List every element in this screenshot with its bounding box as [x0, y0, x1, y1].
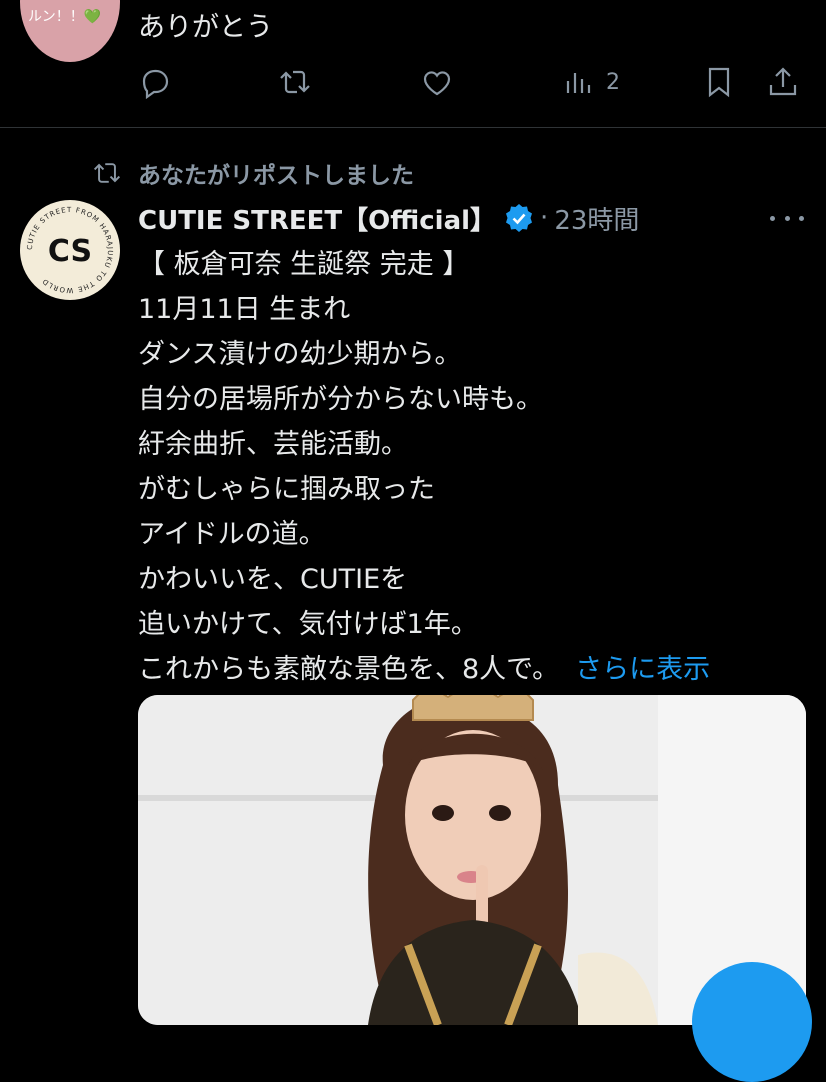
- tweet-line: 自分の居場所が分からない時も。: [138, 384, 543, 415]
- bookmark-icon: [708, 67, 730, 98]
- author-avatar[interactable]: CUTIE STREET FROM HARAJUKU TO THE WORLD …: [20, 200, 120, 300]
- tweet-line: アイドルの道。: [138, 519, 326, 550]
- views-button[interactable]: 2: [562, 64, 620, 100]
- verified-badge-icon: [506, 204, 533, 232]
- more-icon: [770, 215, 775, 221]
- tweet-divider: [0, 127, 826, 128]
- bookmark-button[interactable]: [702, 64, 736, 100]
- views-count: 2: [606, 69, 620, 95]
- heart-icon: [423, 71, 451, 96]
- avatar-name-text: ルン！！💚: [28, 9, 102, 25]
- tweet-line: がむしゃらに掴み取った: [138, 474, 435, 505]
- tweet-line: 11月11日 生まれ: [138, 294, 351, 325]
- like-button[interactable]: [420, 64, 454, 100]
- tweet-line: 【 板倉可奈 生誕祭 完走 】: [138, 249, 470, 280]
- tweet-time[interactable]: 23時間: [554, 200, 639, 237]
- tweet-line: これからも素敵な景色を、8人で。: [138, 654, 560, 685]
- repost-banner[interactable]: あなたがリポストしました: [92, 156, 414, 190]
- views-chart-icon: [566, 73, 591, 93]
- tweet-line: 紆余曲折、芸能活動。: [138, 429, 408, 460]
- logo-text: CS: [48, 234, 92, 269]
- tweet-last-line: これからも素敵な景色を、8人で。 さらに表示: [138, 647, 818, 692]
- repost-icon: [280, 70, 310, 94]
- previous-tweet-avatar[interactable]: ルン！！💚: [20, 0, 120, 62]
- tweet-line: ダンス漬けの幼少期から。: [138, 339, 462, 370]
- share-button[interactable]: [766, 64, 800, 100]
- repost-icon: [93, 163, 121, 183]
- tweet-line: 追いかけて、気付けば1年。: [138, 609, 478, 640]
- reply-icon: [142, 69, 169, 99]
- tweet-body: 【 板倉可奈 生誕祭 完走 】 11月11日 生まれ ダンス漬けの幼少期から。 …: [138, 242, 818, 692]
- tweet-line: かわいいを、CUTIEを: [138, 564, 408, 595]
- more-options-button[interactable]: [770, 206, 804, 230]
- repost-button[interactable]: [278, 64, 312, 100]
- author-name[interactable]: CUTIE STREET【Official】: [138, 200, 496, 237]
- compose-button[interactable]: [692, 962, 812, 1082]
- reply-button[interactable]: [138, 64, 172, 100]
- cutie-street-logo: CUTIE STREET FROM HARAJUKU TO THE WORLD …: [26, 206, 113, 294]
- previous-tweet-text: ありがとう: [138, 12, 273, 43]
- time-separator: ·: [540, 203, 549, 233]
- repost-banner-text: あなたがリポストしました: [138, 163, 414, 189]
- show-more-link[interactable]: さらに表示: [575, 654, 710, 685]
- photo-image: [138, 695, 806, 1025]
- share-icon: [769, 67, 797, 96]
- tweet-header: CUTIE STREET【Official】 · 23時間: [138, 198, 639, 238]
- tweet-media-photo[interactable]: [138, 695, 806, 1025]
